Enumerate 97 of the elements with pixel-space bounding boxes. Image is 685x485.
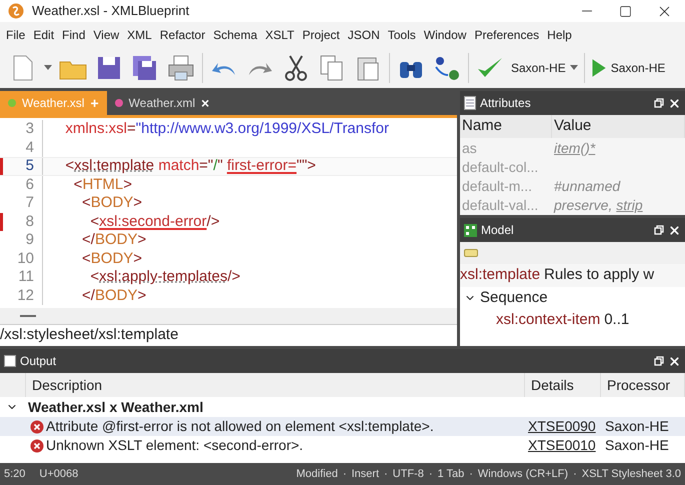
processor-name: Saxon-HE [604,436,670,455]
window-title: Weather.xsl - XMLBlueprint [32,2,190,20]
restore-icon[interactable] [654,225,664,235]
status-item: XSLT Stylesheet 3.0 [582,466,681,482]
tab-label: Weather.xml [128,95,196,112]
error-code-link[interactable]: XTSE0090 [525,416,601,437]
status-item: Windows (CR+LF) [478,466,568,482]
menu-item[interactable]: JSON [344,26,384,44]
restore-icon[interactable] [654,356,664,366]
line-number: 4 [24,138,35,158]
restore-icon[interactable] [654,98,664,108]
code-line: <BODY> [81,193,142,213]
line-number: 9 [24,230,35,250]
menu-item[interactable]: XSLT [261,26,298,44]
line-number: 8 [24,212,35,232]
tab-label: Weather.xsl [22,95,84,112]
code-line: <xsl:template match="/" first-error=""> [64,156,316,176]
menu-item[interactable]: Schema [209,26,262,44]
menu-item[interactable]: Find [58,26,90,44]
line-number: 6 [24,174,35,194]
status-separator: · [342,466,346,482]
code-line: <xsl:apply-templates/> [89,267,240,287]
close-icon[interactable] [668,354,681,368]
menu-item[interactable]: Preferences [470,26,544,44]
menu-item[interactable]: View [89,26,124,44]
menu-item[interactable]: Project [298,26,344,44]
close-icon[interactable] [668,96,681,110]
line-number: 11 [17,267,35,287]
tree-label[interactable]: Sequence [480,286,548,309]
group-label: Weather.xsl x Weather.xml [28,398,204,416]
line-number: 10 [16,248,35,268]
model-element: xsl:template [460,265,542,285]
code-line: </BODY> [81,230,146,250]
child-element[interactable]: xsl:context-item [496,309,600,332]
character-code: U+0068 [39,466,80,482]
tab-action[interactable]: × [201,92,210,114]
processor-dropdown[interactable]: Saxon-HE [511,59,578,77]
menu-item[interactable]: XML [123,26,156,44]
menu-item[interactable]: Window [420,26,470,44]
line-number: 3 [24,119,35,139]
document-icon [464,96,476,110]
column-header[interactable]: Processor [601,373,685,397]
menu-item[interactable]: Edit [29,26,58,44]
caret-icon [570,65,578,71]
code-line: <BODY> [81,248,142,268]
code-line: </BODY> [81,286,146,306]
status-separator: · [469,466,473,482]
error-icon [30,420,44,434]
column-header[interactable]: Name [460,115,552,138]
close-icon[interactable] [668,224,681,236]
menu-item[interactable]: Tools [384,26,420,44]
code-line: <xsl:second-error/> [89,212,220,232]
code-line: xmlns:xsl="http://www.w3.org/1999/XSL/Transfor [64,119,390,139]
status-separator: · [573,466,577,482]
status-item: Insert [351,466,379,482]
output-row[interactable]: Attribute @first-error is not allowed on element <xsl:template>. XTSE0090 Saxon-HE [0,417,685,436]
line-number: 12 [16,286,35,306]
line-number: 7 [24,193,35,213]
column-header[interactable]: Description [26,373,525,397]
scrollbar-thumb[interactable] [20,315,36,317]
status-item: UTF-8 [392,466,424,482]
error-description: Attribute @first-error is not allowed on element <xsl:template>. [46,417,435,436]
status-item: Modified [296,466,338,482]
app-logo-icon [8,3,24,19]
menu-item[interactable]: Help [543,26,576,44]
attribute-value: item()* [553,138,596,156]
panel-title: Model [481,222,515,239]
caret-icon[interactable] [44,65,52,71]
panel-title: Attributes [480,95,532,112]
printer-icon[interactable] [166,53,196,83]
processor-name: Saxon-HE [604,417,670,436]
attribute-name: default-m... [461,176,534,194]
status-separator: · [384,466,388,482]
column-header[interactable]: Value [552,115,685,138]
attribute-value: #unnamed [553,176,622,194]
grid-icon [464,224,477,236]
cursor-position: 5:20 [4,466,26,482]
menu-item[interactable]: File [2,26,30,44]
attribute-value: preserve, strip [552,196,644,214]
attribute-name: default-val... [461,196,540,214]
column-header[interactable]: Details [525,373,601,397]
status-separator: · [428,466,433,482]
occurrence: 0..1 [604,310,630,330]
maximize-icon[interactable] [619,4,632,18]
line-number: 5 [24,156,35,176]
error-icon [30,438,44,452]
code-line: <HTML> [72,174,132,194]
menu-item[interactable]: Refactor [156,26,210,44]
attribute-name: as [461,138,478,156]
model-description: Rules to apply w [544,265,654,285]
panel-title: Output [20,353,58,370]
attribute-name: default-col... [461,158,540,176]
error-code-link[interactable]: XTSE0010 [525,435,601,456]
run-button[interactable]: Saxon-HE [610,59,666,77]
error-description: Unknown XSLT element: <second-error>. [46,436,304,455]
status-item: 1 Tab [438,466,464,482]
window-icon [4,355,16,367]
